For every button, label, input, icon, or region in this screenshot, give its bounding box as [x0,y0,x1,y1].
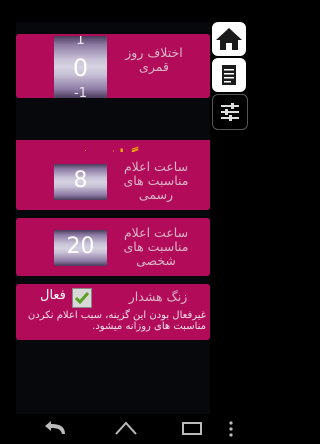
alarm-status: فعال [40,288,66,303]
notes-button[interactable] [212,58,246,92]
home-button[interactable] [212,22,246,56]
personal-hour-value: 20 [66,234,95,259]
menu-icon[interactable] [226,419,236,439]
official-hour-value: 8 [73,168,88,193]
document-icon [222,65,236,85]
alarm-description: غیرفعال بودن این گزینه، سبب اعلام نکردن … [27,310,206,332]
official-hour-label: ساعت اعلام مناسبت های رسمی [123,159,189,202]
picker-current-value: 0 [72,54,89,82]
lunar-date-diff-picker[interactable]: 1 0 -1 [54,36,107,98]
settings-sliders-icon [221,103,239,121]
recent-apps-icon[interactable] [180,420,204,438]
alarm-title: زنگ هشدار [128,289,188,304]
home-icon[interactable] [113,420,139,438]
personal-hour-card: ساعت اعلام مناسبت های شخصی 20 [16,218,210,276]
settings-panel: اختلاف روز قمری 1 0 -1 - روز بزرگداشت فر… [16,22,210,414]
alarm-checkbox[interactable] [72,288,92,308]
lunar-date-diff-label: اختلاف روز قمری [125,45,183,74]
settings-button[interactable] [212,94,248,130]
picker-prev-value: 1 [76,36,85,48]
alarm-card: زنگ هشدار فعال غیرفعال بودن این گزینه، س… [16,284,210,340]
home-icon [216,28,242,50]
official-hour-picker[interactable]: 8 [54,164,107,200]
official-hour-card: ساعت اعلام مناسبت های رسمی 8 [16,152,210,210]
lunar-date-diff-card: اختلاف روز قمری 1 0 -1 [16,34,210,98]
picker-next-value: -1 [74,86,87,98]
personal-hour-picker[interactable]: 20 [54,230,107,266]
back-icon[interactable] [43,420,69,438]
checkmark-icon [74,292,90,305]
personal-hour-label: ساعت اعلام مناسبت های شخصی [123,225,189,268]
navigation-bar [0,414,250,444]
